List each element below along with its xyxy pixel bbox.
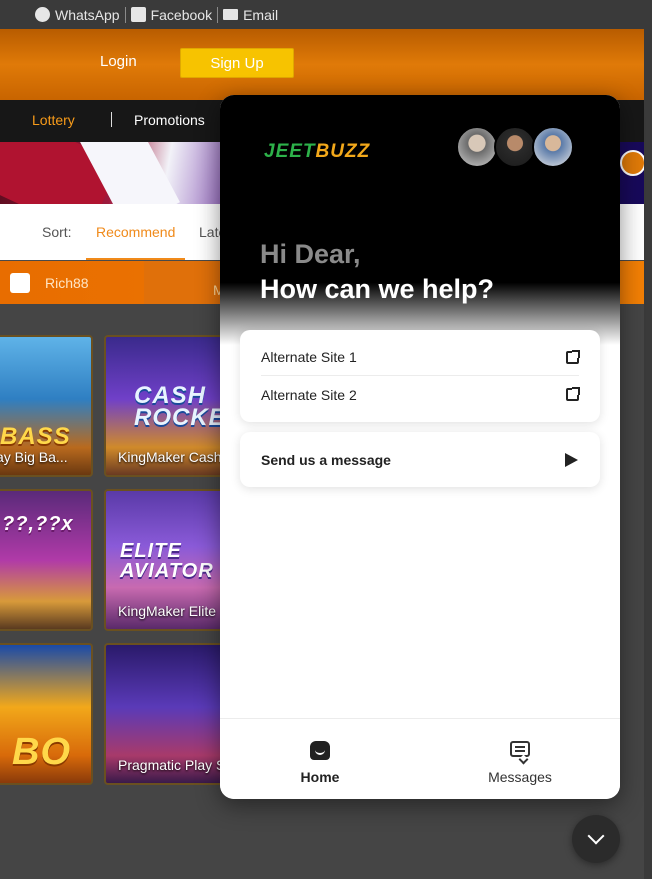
greeting-line-2: How can we help? (260, 274, 495, 304)
game-logo: ELITE AVIATOR (120, 540, 214, 582)
game-title: KingMaker Elite (118, 603, 217, 619)
game-tile[interactable]: ??,??x (0, 489, 93, 631)
whatsapp-icon (35, 7, 50, 22)
whatsapp-label: WhatsApp (55, 6, 120, 23)
link-alternate-site-1[interactable]: Alternate Site 1 (261, 339, 580, 376)
game-title: Pragmatic Play S (118, 757, 226, 773)
mail-icon (223, 9, 239, 20)
nav-item-promotions[interactable]: Promotions (134, 112, 205, 128)
sort-option-recommend[interactable]: Recommend (96, 224, 175, 240)
widget-toggle-button[interactable] (572, 815, 620, 863)
game-tile[interactable]: ELITE AVIATOR KingMaker Elite (104, 489, 234, 631)
logo-part: JEET (264, 141, 316, 162)
greeting-line-1: Hi Dear, (260, 239, 361, 269)
game-logo: ??,??x (2, 513, 74, 535)
sort-label: Sort: (42, 224, 72, 240)
avatar (532, 126, 574, 168)
email-label: Email (243, 6, 279, 23)
divider (124, 6, 126, 23)
send-icon (565, 453, 578, 467)
game-title: ay Big Ba... (0, 449, 68, 465)
tab-messages[interactable]: Messages (420, 719, 620, 799)
home-icon (310, 741, 330, 760)
widget-tabbar: Home Messages (220, 718, 620, 799)
login-button[interactable]: Login (100, 53, 137, 70)
divider (111, 112, 112, 127)
tab-label: Messages (488, 769, 552, 785)
game-logo: BO (12, 731, 71, 773)
game-tile[interactable]: BASS ay Big Ba... (0, 335, 93, 477)
game-logo: CASH ROCKET (134, 382, 234, 431)
facebook-icon (130, 7, 146, 22)
link-alternate-site-2[interactable]: Alternate Site 2 (261, 376, 580, 413)
game-title: KingMaker Cash (118, 449, 222, 465)
logo-part: BUZZ (315, 141, 371, 162)
facebook-label: Facebook (150, 6, 213, 23)
divider (217, 6, 219, 23)
support-24-icon[interactable] (620, 150, 646, 176)
nav-item-lottery[interactable]: Lottery (32, 112, 75, 128)
email-link[interactable]: Email (223, 7, 278, 23)
tab-label: Home (300, 769, 340, 785)
link-label: Alternate Site 2 (261, 386, 357, 403)
tab-home[interactable]: Home (220, 719, 420, 799)
quick-links-card: Alternate Site 1 Alternate Site 2 (240, 330, 600, 422)
site-header: Login Sign Up (0, 29, 652, 100)
provider-label[interactable]: Rich88 (45, 275, 89, 291)
active-tab-indicator (86, 258, 185, 260)
messages-icon (510, 741, 530, 757)
agent-avatars (456, 126, 574, 168)
signup-button[interactable]: Sign Up (180, 48, 294, 78)
page-scrollbar[interactable] (644, 29, 652, 879)
link-label: Alternate Site 1 (261, 349, 357, 365)
send-message-label: Send us a message (261, 452, 391, 468)
whatsapp-link[interactable]: WhatsApp (35, 7, 120, 23)
facebook-link[interactable]: Facebook (130, 6, 213, 23)
avatar (494, 126, 536, 168)
game-tile[interactable]: BO (0, 643, 93, 785)
game-tile[interactable]: CASH ROCKET KingMaker Cash (104, 335, 234, 477)
game-tile[interactable]: Pragmatic Play S (104, 643, 234, 785)
provider-checkbox[interactable] (10, 273, 30, 293)
external-link-icon (566, 349, 580, 364)
external-link-icon (566, 387, 580, 401)
help-widget: JEETBUZZ Hi Dear, How can we help? Alter… (220, 95, 620, 799)
avatar (456, 126, 498, 168)
game-logo: BASS (0, 423, 71, 450)
send-message-button[interactable]: Send us a message (240, 432, 600, 487)
brand-logo: JEETBUZZ (264, 141, 370, 163)
social-bar: WhatsApp Facebook Email (0, 0, 652, 29)
widget-header: JEETBUZZ Hi Dear, How can we help? (220, 95, 620, 345)
chevron-down-icon (587, 827, 605, 845)
